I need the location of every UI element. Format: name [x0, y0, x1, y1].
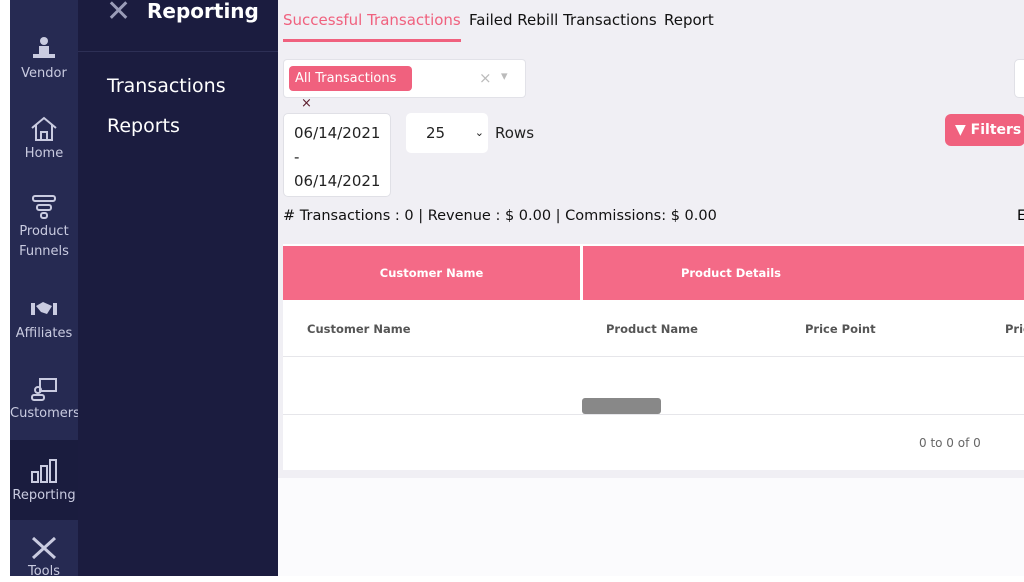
rail-label: Affiliates [15, 326, 73, 341]
customers-icon [31, 378, 57, 401]
rail-label: Reporting [12, 488, 76, 503]
rail-item-vendor[interactable]: Vendor [10, 36, 78, 96]
tab-report[interactable]: Report [664, 11, 714, 29]
panel-title: Reporting [147, 0, 259, 23]
date-start: 06/14/2021 [294, 124, 381, 142]
tab-failed-rebill-transactions[interactable]: Failed Rebill Transactions [469, 11, 657, 29]
tab-successful-transactions[interactable]: Successful Transactions [283, 11, 461, 42]
column-header[interactable]: Price Point [805, 322, 876, 336]
clear-icon[interactable]: × [479, 69, 492, 87]
rail-item-product-funnels[interactable]: Product Funnels [10, 194, 78, 274]
divider [283, 414, 1024, 415]
funnel-icon [32, 195, 56, 219]
rows-value: 25 [426, 124, 446, 142]
close-icon[interactable]: ✕ [106, 0, 131, 27]
chip-remove-icon[interactable]: × [301, 96, 312, 111]
rows-label: Rows [495, 124, 535, 142]
handshake-icon [31, 302, 57, 315]
tools-icon [31, 536, 57, 560]
pagination-summary: 0 to 0 of 0 [919, 436, 981, 450]
rail-item-reporting[interactable]: Reporting [10, 440, 78, 520]
home-icon [31, 116, 57, 141]
column-header[interactable]: Customer Name [307, 322, 411, 336]
date-range-picker[interactable]: 06/14/2021 - 06/14/2021 [283, 113, 391, 197]
stats-right: E [1017, 208, 1024, 224]
transaction-type-select[interactable]: All Transactions × × ▾ [283, 59, 526, 111]
date-sep: - [294, 148, 300, 166]
group-header-product: Product Details [583, 246, 1024, 300]
group-header-customer: Customer Name [283, 246, 580, 300]
rows-select[interactable]: 25 ⌄ [406, 113, 488, 153]
divider [283, 356, 1024, 357]
search-box[interactable] [1014, 59, 1024, 98]
icon-rail: Vendor Home Product Funnels Affiliates C… [10, 0, 80, 579]
filters-button[interactable]: ▼ Filters [945, 114, 1024, 146]
bar-chart-icon [31, 459, 57, 483]
transaction-stats: # Transactions : 0 | Revenue : $ 0.00 | … [283, 208, 717, 224]
vendor-icon [33, 37, 55, 58]
rail-item-customers[interactable]: Customers [10, 376, 80, 440]
column-header[interactable]: Product Name [606, 322, 698, 336]
panel-item-reports[interactable]: Reports [107, 115, 180, 137]
chevron-down-icon[interactable]: ▾ [501, 69, 508, 84]
reporting-panel: ✕ Reporting Transactions Reports [78, 0, 278, 576]
rail-label: Vendor [21, 66, 67, 81]
rail-label: Tools [27, 564, 61, 579]
transactions-table: Customer Name Product Details Customer N… [283, 244, 1024, 470]
selected-chip: All Transactions × [289, 66, 412, 111]
rail-label: Product Funnels [19, 224, 69, 259]
horizontal-scrollbar[interactable] [582, 398, 661, 414]
main-content: Successful Transactions Failed Rebill Tr… [278, 0, 1024, 576]
rail-item-affiliates[interactable]: Affiliates [10, 296, 78, 356]
panel-item-transactions[interactable]: Transactions [107, 75, 226, 97]
rail-item-home[interactable]: Home [10, 116, 78, 176]
rail-label: Home [24, 146, 64, 161]
date-end: 06/14/2021 [294, 172, 381, 190]
filters-label: Filters [970, 122, 1022, 138]
rail-item-tools[interactable]: Tools [10, 534, 78, 579]
filter-icon: ▼ [955, 122, 966, 138]
rail-label: Customers [10, 406, 80, 421]
chevron-down-icon: ⌄ [474, 126, 484, 139]
column-header[interactable]: Pric [1005, 322, 1024, 336]
chip-label: All Transactions [295, 71, 397, 86]
